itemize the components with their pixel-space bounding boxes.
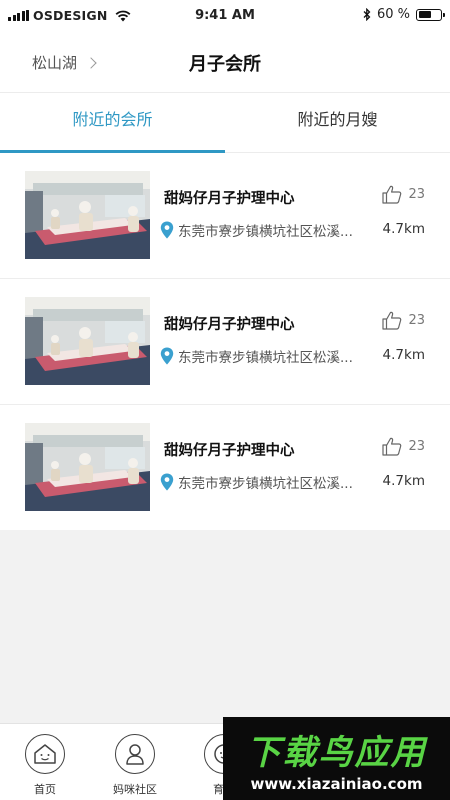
list-item[interactable]: 甜妈仔月子护理中心 23 东莞市寮步镇横坑社区松溪... 4.7km: [0, 279, 450, 405]
club-address: 东莞市寮步镇横坑社区松溪...: [160, 220, 370, 240]
thumbs-up-icon: [382, 437, 402, 456]
club-photo: [25, 171, 150, 259]
club-name: 甜妈仔月子护理中心: [164, 317, 295, 333]
distance: 4.7km: [382, 473, 425, 489]
battery-fill: [418, 11, 432, 18]
tabbar-item-community[interactable]: 妈咪社区: [105, 734, 165, 797]
address-text: 东莞市寮步镇横坑社区松溪...: [178, 476, 353, 492]
thumbs-up-icon: [382, 185, 402, 204]
watermark-banner: 下载鸟应用 www.xiazainiao.com: [223, 717, 450, 800]
status-bar: OSDESIGN 9:41 AM 60 %: [0, 0, 450, 32]
location-pin-icon: [160, 347, 174, 365]
thumbs-up-icon: [382, 311, 402, 330]
like-button[interactable]: 23: [382, 311, 425, 330]
address-text: 东莞市寮步镇横坑社区松溪...: [178, 350, 353, 366]
nav-bar: 松山湖 月子会所: [0, 32, 450, 92]
club-photo: [25, 297, 150, 385]
club-address: 东莞市寮步镇横坑社区松溪...: [160, 346, 370, 366]
watermark-url: www.xiazainiao.com: [250, 775, 423, 793]
page-title: 月子会所: [189, 54, 261, 75]
distance: 4.7km: [382, 347, 425, 363]
like-button[interactable]: 23: [382, 437, 425, 456]
home-smile-icon: [25, 734, 65, 774]
like-count: 23: [408, 313, 425, 328]
list-item[interactable]: 甜妈仔月子护理中心 23 东莞市寮步镇横坑社区松溪... 4.7km: [0, 153, 450, 279]
club-name: 甜妈仔月子护理中心: [164, 191, 295, 207]
watermark-title: 下载鸟应用: [246, 733, 427, 773]
tab-nearby-nannies[interactable]: 附近的月嫂: [225, 93, 450, 152]
like-button[interactable]: 23: [382, 185, 425, 204]
club-list: 甜妈仔月子护理中心 23 东莞市寮步镇横坑社区松溪... 4.7km 甜妈仔月子…: [0, 153, 450, 530]
person-icon: [115, 734, 155, 774]
tabbar-item-home[interactable]: 首页: [15, 734, 75, 797]
tabbar-label: 妈咪社区: [113, 783, 157, 796]
status-right: 60 %: [363, 7, 445, 22]
tab-nearby-clubs[interactable]: 附近的会所: [0, 93, 225, 152]
bluetooth-icon: [363, 8, 371, 21]
address-text: 东莞市寮步镇横坑社区松溪...: [178, 224, 353, 240]
battery-percent: 60 %: [376, 7, 410, 22]
club-photo: [25, 423, 150, 511]
club-name: 甜妈仔月子护理中心: [164, 443, 295, 459]
segment-tabs: 附近的会所 附近的月嫂: [0, 92, 450, 153]
distance: 4.7km: [382, 221, 425, 237]
tabbar-label: 首页: [34, 783, 56, 796]
location-pin-icon: [160, 221, 174, 239]
list-item[interactable]: 甜妈仔月子护理中心 23 东莞市寮步镇横坑社区松溪... 4.7km: [0, 405, 450, 530]
like-count: 23: [408, 187, 425, 202]
like-count: 23: [408, 439, 425, 454]
club-address: 东莞市寮步镇横坑社区松溪...: [160, 472, 370, 492]
location-pin-icon: [160, 473, 174, 491]
battery-icon: [416, 8, 445, 21]
